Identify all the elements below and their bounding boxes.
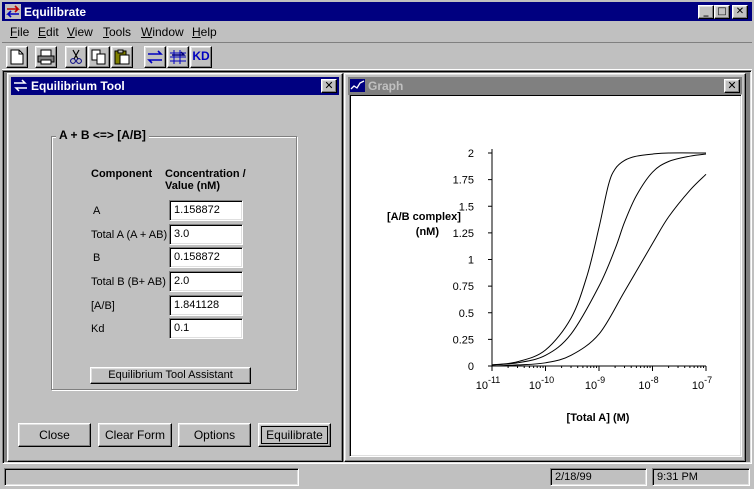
tool-window-close-button[interactable]: ✕	[321, 79, 337, 93]
equilibrium-tool-icon[interactable]	[167, 46, 189, 68]
chart-y-tick-label: 1.75	[453, 175, 474, 187]
menu-file[interactable]: File	[10, 25, 29, 39]
toolbar: KD	[2, 42, 752, 70]
chart-x-tick-label: 10-8	[638, 375, 658, 392]
value-field-total-b[interactable]: 2.0	[169, 271, 243, 292]
cut-icon[interactable]	[65, 46, 87, 68]
row-label-b: B	[93, 252, 101, 264]
menu-view[interactable]: View	[67, 25, 93, 39]
row-label-total-b: Total B (B+ AB)	[91, 276, 166, 288]
graph-window-close-button[interactable]: ✕	[724, 79, 740, 93]
equilibrium-tool-title: Equilibrium Tool	[31, 79, 125, 93]
chart-y-tick-label: 1	[468, 255, 474, 267]
app-titlebar: Equilibrate _ □ ✕	[2, 2, 752, 21]
value-field-b[interactable]: 0.158872	[169, 247, 243, 268]
graph-titlebar: Graph ✕	[348, 77, 742, 95]
chart-series-line-1	[491, 152, 707, 366]
status-date: 2/18/99	[550, 468, 647, 486]
value-header-line2: Value (nM)	[165, 180, 221, 192]
graph-title: Graph	[368, 79, 404, 93]
chart-y-tick-label: 0.25	[453, 334, 474, 346]
paste-icon[interactable]	[111, 46, 133, 68]
graph-icon	[350, 79, 365, 92]
chart-x-tick-label: 10-7	[692, 375, 712, 392]
value-field-a[interactable]: 1.158872	[169, 200, 243, 221]
chart-y-tick-label: 2	[468, 148, 474, 160]
kd-label: KD	[192, 49, 210, 63]
chart-y-tick-label: 0	[468, 361, 474, 373]
new-file-icon[interactable]	[6, 46, 28, 68]
menubar: File Edit View Tools Window Help	[2, 22, 752, 41]
menu-help[interactable]: Help	[192, 25, 217, 39]
equilibrate-small-icon	[14, 79, 27, 92]
chart-y-tick-label: 1.5	[459, 201, 474, 213]
minimize-button[interactable]: _	[698, 5, 714, 19]
copy-icon[interactable]	[88, 46, 110, 68]
value-field-ab[interactable]: 1.841128	[169, 295, 243, 316]
equilibrium-tool-assistant-button[interactable]: Equilibrium Tool Assistant	[90, 367, 251, 384]
chart-y-tick-label: 0.75	[453, 281, 474, 293]
component-header: Component	[91, 168, 153, 180]
value-field-kd[interactable]: 0.1	[169, 318, 243, 339]
kd-icon[interactable]: KD	[190, 46, 212, 68]
close-button[interactable]: Close	[18, 423, 91, 447]
chart-series-line-3	[491, 173, 707, 367]
chart-x-tick-label: 10-10	[529, 375, 554, 392]
row-label-a: A	[93, 205, 101, 217]
row-label-kd: Kd	[91, 323, 105, 335]
chart-y-tick-label: 1.25	[453, 228, 474, 240]
chart-x-tick-label: 10-9	[585, 375, 605, 392]
chart-ylabel-line1: [A/B complex]	[387, 211, 461, 223]
chart-xlabel: [Total A] (M)	[567, 412, 630, 424]
chart-y-tick-label: 0.5	[459, 308, 474, 320]
menu-tools[interactable]: Tools	[103, 25, 131, 39]
equation-title: A + B <=> [A/B]	[56, 128, 149, 142]
clear-form-button[interactable]: Clear Form	[98, 423, 172, 447]
row-label-total-a: Total A (A + AB)	[91, 229, 168, 241]
print-icon[interactable]	[35, 46, 57, 68]
value-field-total-a[interactable]: 3.0	[169, 224, 243, 245]
equilibrate-icon[interactable]	[144, 46, 166, 68]
app-title: Equilibrate	[24, 5, 87, 19]
chart-x-tick-label: 10-11	[476, 375, 501, 392]
equilibrium-tool-titlebar: Equilibrium Tool ✕	[11, 77, 339, 95]
equilibrate-app-icon	[5, 4, 21, 19]
row-label-ab: [A/B]	[91, 300, 115, 312]
value-header-line1: Concentration /	[165, 168, 246, 180]
close-app-button[interactable]: ✕	[732, 5, 748, 19]
menu-window[interactable]: Window	[141, 25, 184, 39]
titration-chart: 0 0.25 0.5 0.75 1 1.25 1.5 1.75 2 10-11 10-10 10-9 1…	[387, 148, 712, 424]
status-bar: 2/18/99 9:31 PM	[2, 466, 752, 487]
status-time: 9:31 PM	[652, 468, 750, 486]
graph-canvas: 0 0.25 0.5 0.75 1 1.25 1.5 1.75 2 10-11 10-10 10-9 1…	[349, 94, 742, 457]
equilibrate-button[interactable]: Equilibrate	[258, 423, 331, 447]
chart-ylabel-line2: (nM)	[416, 226, 440, 238]
menu-edit[interactable]: Edit	[38, 25, 59, 39]
status-message	[4, 468, 299, 486]
maximize-button[interactable]: □	[714, 5, 730, 19]
options-button[interactable]: Options	[178, 423, 251, 447]
